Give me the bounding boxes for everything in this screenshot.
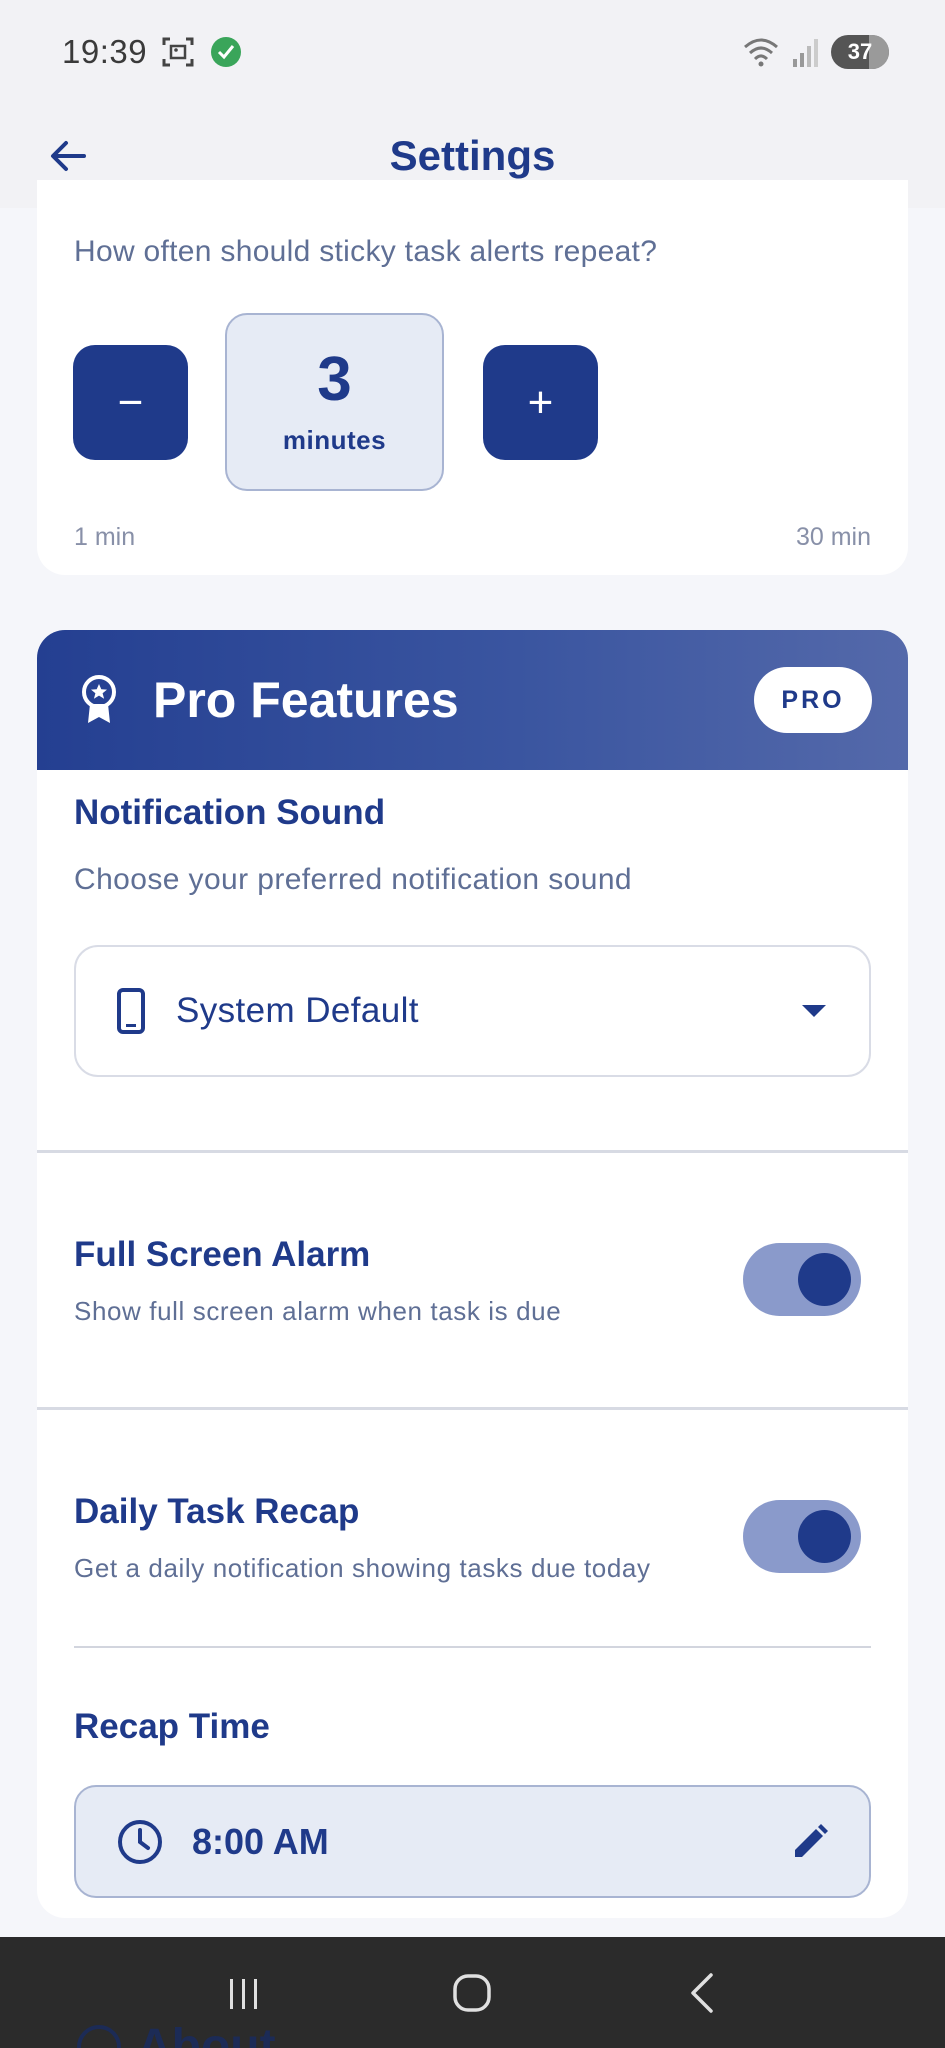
screenshot-icon (161, 35, 195, 69)
interval-value-display: 3 minutes (225, 313, 444, 491)
wifi-icon (741, 35, 781, 69)
section-divider (37, 1150, 908, 1153)
daily-recap-description: Get a daily notification showing tasks d… (74, 1553, 651, 1583)
pro-badge: PRO (754, 667, 872, 733)
recent-apps-button[interactable] (204, 1953, 284, 2033)
pro-header: Pro Features PRO (37, 630, 908, 770)
recap-divider (74, 1646, 871, 1648)
decrease-button[interactable]: − (73, 345, 188, 460)
system-back-button[interactable] (661, 1953, 741, 2033)
recap-time-value: 8:00 AM (192, 1820, 329, 1862)
range-max-label: 30 min (795, 523, 871, 551)
notification-sound-title: Notification Sound (74, 793, 386, 832)
phone-icon (117, 988, 145, 1034)
recent-apps-icon (230, 1978, 258, 2009)
chevron-down-icon (802, 1005, 826, 1017)
toggle-knob (798, 1510, 851, 1563)
section-divider (37, 1407, 908, 1410)
home-button[interactable] (432, 1953, 512, 2033)
daily-recap-title: Daily Task Recap (74, 1492, 360, 1531)
recap-time-field[interactable]: 8:00 AM (74, 1785, 871, 1898)
signal-icon (791, 35, 821, 69)
status-time: 19:39 (62, 33, 148, 70)
pro-title: Pro Features (153, 672, 459, 728)
back-button[interactable] (40, 128, 96, 184)
full-screen-alarm-description: Show full screen alarm when task is due (74, 1296, 562, 1326)
home-icon (453, 1973, 492, 2012)
toggle-knob (798, 1253, 851, 1306)
clock-icon (118, 1819, 162, 1864)
notification-sound-dropdown[interactable]: System Default (74, 945, 871, 1077)
increase-button[interactable]: + (483, 345, 598, 460)
status-left: 19:39 (62, 33, 243, 71)
repeat-question: How often should sticky task alerts repe… (74, 235, 658, 268)
full-screen-alarm-toggle[interactable] (743, 1243, 861, 1316)
interval-value: 3 (317, 344, 352, 414)
edit-icon[interactable] (791, 1823, 829, 1861)
award-icon (82, 675, 116, 723)
status-right: 37 (741, 35, 889, 69)
repeat-interval-card: How often should sticky task alerts repe… (37, 180, 908, 575)
page-title: Settings (389, 132, 556, 179)
interval-unit: minutes (282, 424, 387, 455)
back-chevron-icon (691, 1972, 713, 2013)
recap-time-title: Recap Time (74, 1707, 270, 1746)
pro-features-card: Pro Features PRO Notification Sound Choo… (37, 630, 908, 1918)
battery-indicator: 37 (831, 35, 889, 69)
status-bar: 19:39 37 (0, 0, 945, 104)
daily-recap-toggle[interactable] (743, 1500, 861, 1573)
system-nav-bar: About (0, 1937, 945, 2048)
selected-sound: System Default (176, 991, 419, 1030)
notification-sound-description: Choose your preferred notification sound (74, 863, 632, 896)
info-icon (77, 2024, 121, 2048)
check-badge-icon (209, 35, 243, 69)
full-screen-alarm-title: Full Screen Alarm (74, 1235, 371, 1274)
arrow-left-icon (51, 141, 86, 171)
range-min-label: 1 min (74, 523, 136, 551)
